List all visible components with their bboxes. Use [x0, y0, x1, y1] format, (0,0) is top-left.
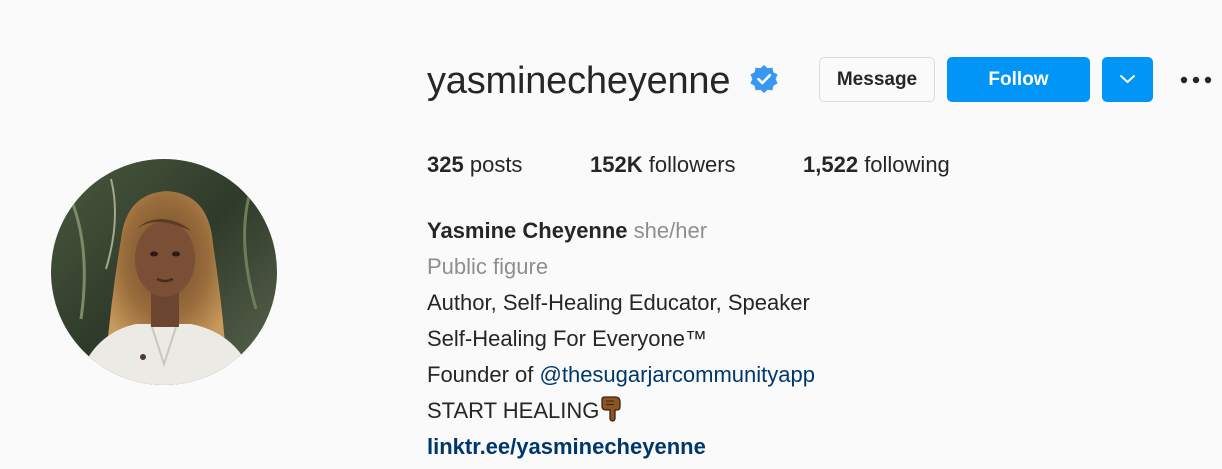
bio-line-3-prefix: Founder of: [427, 362, 540, 387]
profile-avatar[interactable]: [51, 159, 277, 385]
followers-stat[interactable]: 152K followers: [590, 150, 736, 180]
posts-stat: 325 posts: [427, 150, 522, 180]
more-options-icon[interactable]: [1176, 69, 1216, 91]
following-label: following: [864, 152, 950, 177]
pronouns: she/her: [633, 218, 708, 243]
suggested-accounts-dropdown-button[interactable]: [1102, 57, 1153, 102]
posts-count: 325: [427, 152, 464, 177]
bio-name-line: Yasmine Cheyenne she/her: [427, 213, 815, 249]
mention-link[interactable]: @thesugarjarcommunityapp: [540, 362, 815, 387]
verified-badge-icon: [750, 65, 778, 93]
chevron-down-icon: [1120, 75, 1135, 83]
following-count: 1,522: [803, 152, 859, 177]
full-name: Yasmine Cheyenne: [427, 218, 628, 243]
pointing-down-hand-icon: [601, 396, 622, 422]
follow-button[interactable]: Follow: [947, 57, 1090, 102]
external-link[interactable]: linktr.ee/yasminecheyenne: [427, 429, 815, 465]
posts-label: posts: [469, 152, 523, 177]
avatar-photo: [51, 159, 277, 385]
bio-line-4: START HEALING: [427, 393, 815, 429]
bio-line-1: Author, Self-Healing Educator, Speaker: [427, 290, 810, 315]
message-button[interactable]: Message: [819, 57, 935, 102]
followers-label: followers: [648, 152, 736, 177]
profile-bio: Yasmine Cheyenne she/her Public figure A…: [427, 213, 815, 465]
following-stat[interactable]: 1,522 following: [803, 150, 950, 180]
profile-category: Public figure: [427, 254, 549, 279]
followers-count: 152K: [590, 152, 643, 177]
bio-line-2: Self-Healing For Everyone™: [427, 326, 708, 351]
profile-username: yasminecheyenne: [427, 60, 731, 102]
bio-line-3: Founder of @thesugarjarcommunityapp: [427, 357, 815, 393]
bio-line-4-text: START HEALING: [427, 398, 600, 423]
